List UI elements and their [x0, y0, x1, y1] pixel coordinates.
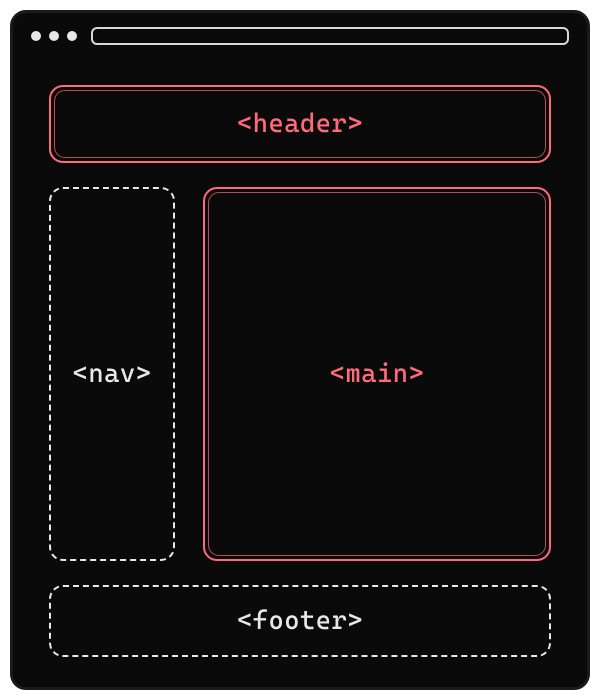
- header-region: <header>: [49, 85, 551, 163]
- header-label: <header>: [237, 109, 363, 139]
- url-bar[interactable]: [91, 27, 569, 45]
- close-icon[interactable]: [31, 31, 41, 41]
- browser-titlebar: [13, 13, 587, 59]
- layout-diagram: <header> <nav> <main> <footer>: [13, 59, 587, 687]
- main-region: <main>: [203, 187, 551, 561]
- maximize-icon[interactable]: [67, 31, 77, 41]
- nav-label: <nav>: [73, 359, 152, 389]
- minimize-icon[interactable]: [49, 31, 59, 41]
- main-label: <main>: [330, 359, 424, 389]
- footer-label: <footer>: [237, 606, 363, 636]
- footer-region: <footer>: [49, 585, 551, 657]
- traffic-lights: [31, 31, 77, 41]
- nav-region: <nav>: [49, 187, 175, 561]
- browser-window: <header> <nav> <main> <footer>: [10, 10, 590, 690]
- middle-row: <nav> <main>: [49, 187, 551, 561]
